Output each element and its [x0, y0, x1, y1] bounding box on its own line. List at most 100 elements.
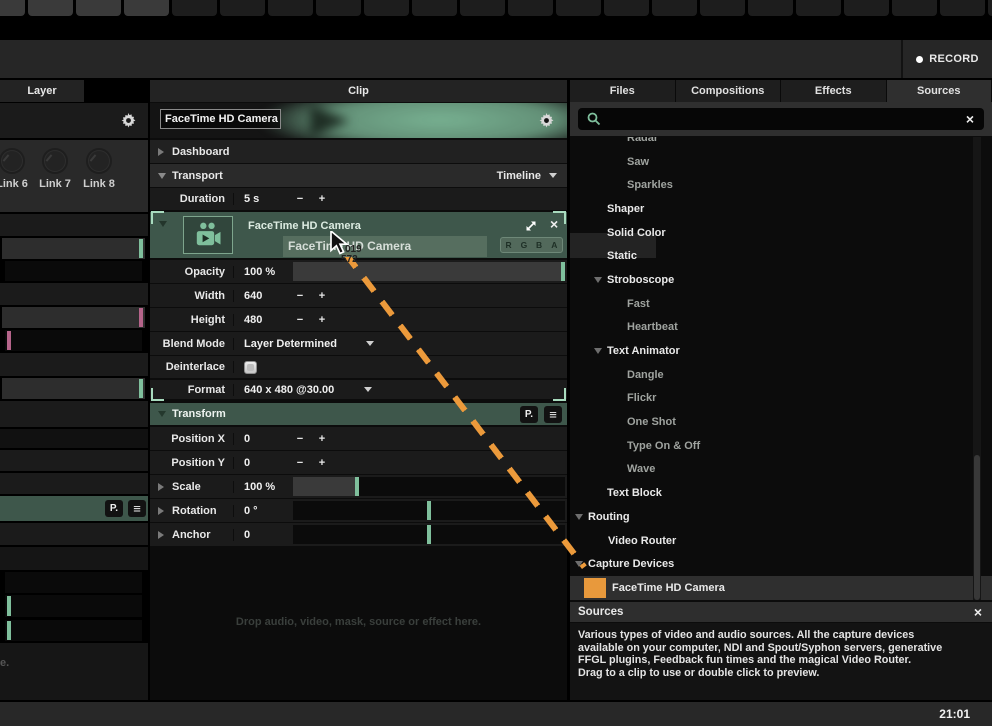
position-y-increment-button[interactable]: +: [314, 457, 330, 469]
clip-cell[interactable]: [124, 0, 169, 16]
scrollbar-track[interactable]: [973, 137, 981, 600]
clip-cell[interactable]: [28, 0, 73, 16]
menu-button[interactable]: ≡: [544, 406, 562, 423]
clip-cell[interactable]: [700, 0, 745, 16]
source-list-item[interactable]: Text Block: [570, 481, 992, 505]
expand-triangle-icon[interactable]: [159, 221, 167, 227]
clip-drop-area[interactable]: Drop audio, video, mask, source or effec…: [150, 547, 567, 700]
source-list-item[interactable]: Static: [570, 244, 992, 268]
source-list-item[interactable]: Stroboscope: [570, 268, 992, 292]
layer-slider[interactable]: [2, 378, 145, 399]
layer-slider[interactable]: [2, 238, 145, 259]
tab-sources[interactable]: Sources: [887, 80, 992, 102]
dashboard-section-header[interactable]: Dashboard: [150, 140, 567, 163]
source-list-item[interactable]: Capture Devices: [570, 552, 992, 576]
clear-search-icon[interactable]: ×: [966, 112, 974, 126]
source-list-item[interactable]: FaceTime HD Camera: [570, 576, 992, 600]
clip-cell[interactable]: [412, 0, 457, 16]
layer-slider[interactable]: [5, 595, 142, 617]
close-source-icon[interactable]: ×: [550, 217, 558, 231]
source-list-item[interactable]: Saw: [570, 150, 992, 174]
position-y-value[interactable]: 0: [244, 457, 290, 469]
duration-decrement-button[interactable]: −: [292, 193, 308, 205]
clip-cell[interactable]: [652, 0, 697, 16]
source-list-item[interactable]: Solid Color: [570, 221, 992, 245]
expand-triangle-icon[interactable]: [594, 277, 602, 283]
opacity-value[interactable]: 100 %: [244, 266, 290, 278]
channel-b-button[interactable]: B: [532, 238, 547, 252]
transform-section-header[interactable]: Transform P. ≡: [150, 403, 567, 425]
transport-mode-dropdown[interactable]: Timeline: [497, 170, 567, 182]
scale-value[interactable]: 100 %: [244, 481, 290, 493]
clip-cell[interactable]: [508, 0, 553, 16]
channel-g-button[interactable]: G: [516, 238, 531, 252]
width-increment-button[interactable]: +: [314, 290, 330, 302]
clip-cell[interactable]: [604, 0, 649, 16]
clip-cell[interactable]: [172, 0, 217, 16]
position-y-decrement-button[interactable]: −: [292, 457, 308, 469]
source-list-item[interactable]: Fast: [570, 292, 992, 316]
layer-slider[interactable]: [5, 572, 142, 593]
clip-cell[interactable]: [268, 0, 313, 16]
menu-button[interactable]: ≡: [128, 500, 146, 517]
clip-cell[interactable]: [748, 0, 793, 16]
search-input[interactable]: [608, 108, 948, 130]
blend-mode-dropdown[interactable]: Layer Determined: [244, 338, 354, 350]
position-x-value[interactable]: 0: [244, 433, 290, 445]
clip-cell[interactable]: [460, 0, 505, 16]
clip-cell[interactable]: [316, 0, 361, 16]
source-list-item[interactable]: Text Animator: [570, 339, 992, 363]
source-list-item[interactable]: One Shot: [570, 410, 992, 434]
height-increment-button[interactable]: +: [314, 314, 330, 326]
rotation-slider[interactable]: [293, 501, 565, 520]
layer-slider[interactable]: [5, 261, 142, 281]
tab-effects[interactable]: Effects: [781, 80, 887, 102]
transport-section-header[interactable]: Transport Timeline: [150, 164, 567, 187]
source-list-item[interactable]: Shaper: [570, 197, 992, 221]
source-list-item[interactable]: Sparkles: [570, 173, 992, 197]
expand-source-icon[interactable]: [524, 219, 538, 236]
anchor-slider[interactable]: [293, 525, 565, 544]
opacity-slider[interactable]: [293, 262, 565, 281]
param-p-button[interactable]: P.: [105, 500, 123, 517]
clip-cell[interactable]: [364, 0, 409, 16]
height-value[interactable]: 480: [244, 314, 290, 326]
collapse-triangle-icon[interactable]: [158, 148, 164, 156]
record-button[interactable]: RECORD: [901, 40, 992, 78]
link6-knob[interactable]: [0, 148, 25, 174]
source-list-item[interactable]: Dangle: [570, 363, 992, 387]
source-list-item[interactable]: Wave: [570, 458, 992, 482]
rotation-value[interactable]: 0 °: [244, 505, 290, 517]
clip-cell[interactable]: [940, 0, 985, 16]
position-x-increment-button[interactable]: +: [314, 433, 330, 445]
width-value[interactable]: 640: [244, 290, 290, 302]
deinterlace-checkbox[interactable]: [244, 361, 257, 374]
clip-cell[interactable]: [796, 0, 841, 16]
anchor-value[interactable]: 0: [244, 529, 290, 541]
position-x-decrement-button[interactable]: −: [292, 433, 308, 445]
duration-increment-button[interactable]: +: [314, 193, 330, 205]
width-decrement-button[interactable]: −: [292, 290, 308, 302]
expand-triangle-icon[interactable]: [575, 514, 583, 520]
tab-files[interactable]: Files: [570, 80, 676, 102]
channel-r-button[interactable]: R: [501, 238, 516, 252]
expand-triangle-icon[interactable]: [158, 411, 166, 417]
scrollbar-thumb[interactable]: [974, 455, 980, 600]
duration-value[interactable]: 5 s: [244, 193, 290, 205]
close-info-icon[interactable]: ×: [974, 605, 992, 619]
layer-slider[interactable]: [2, 307, 145, 328]
tab-compositions[interactable]: Compositions: [676, 80, 782, 102]
source-list-item[interactable]: Heartbeat: [570, 316, 992, 340]
collapse-triangle-icon[interactable]: [158, 531, 164, 539]
gear-icon[interactable]: [539, 113, 554, 133]
expand-triangle-icon[interactable]: [594, 348, 602, 354]
layer-slider[interactable]: [5, 620, 142, 641]
clip-cell[interactable]: [988, 0, 992, 16]
collapse-triangle-icon[interactable]: [158, 507, 164, 515]
link7-knob[interactable]: [42, 148, 68, 174]
format-dropdown[interactable]: 640 x 480 @30.00: [244, 384, 352, 396]
source-list-item[interactable]: Video Router: [570, 529, 992, 553]
clip-cell[interactable]: [220, 0, 265, 16]
clip-cell[interactable]: [0, 0, 25, 16]
clip-cell[interactable]: [76, 0, 121, 16]
